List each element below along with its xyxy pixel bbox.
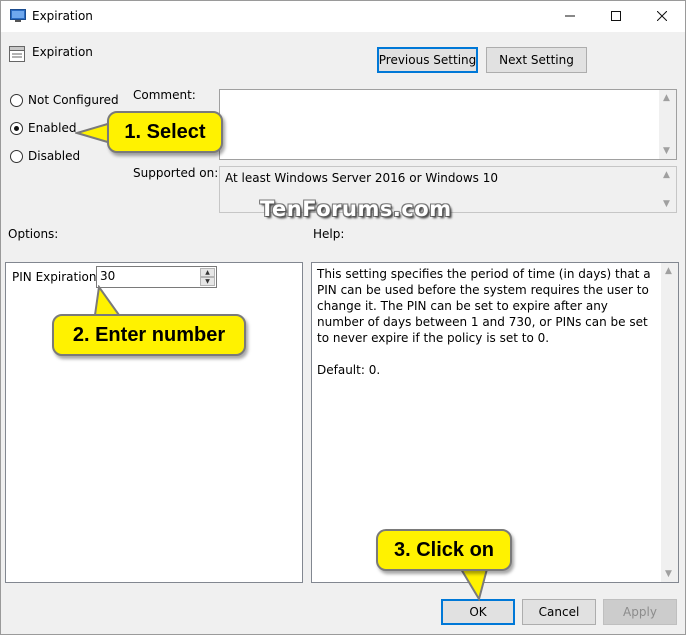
radio-circle[interactable] [10, 149, 23, 163]
title-bar: Expiration [1, 1, 685, 32]
radio-label: Not Configured [28, 93, 119, 107]
minimize-icon [565, 15, 575, 17]
help-label: Help: [313, 227, 345, 241]
minimize-button[interactable] [547, 1, 593, 32]
scroll-up-icon[interactable]: ▲ [663, 93, 670, 103]
help-scrollbar[interactable]: ▲ ▼ [661, 263, 678, 582]
comment-scrollbar[interactable]: ▲ ▼ [659, 90, 676, 159]
spinner-buttons: ▲ ▼ [200, 268, 215, 286]
pin-expiration-label: PIN Expiration [12, 270, 97, 284]
radio-enabled[interactable]: Enabled [10, 120, 77, 136]
cancel-button[interactable]: Cancel [522, 599, 596, 625]
radio-not-configured[interactable]: Not Configured [10, 92, 119, 108]
comment-textbox[interactable]: ▲ ▼ [219, 89, 677, 160]
callout-pointer [459, 568, 489, 601]
comment-label: Comment: [133, 88, 196, 102]
supported-on-value: At least Windows Server 2016 or Windows … [225, 171, 498, 185]
radio-circle[interactable] [10, 121, 23, 135]
radio-label: Disabled [28, 149, 81, 163]
options-panel [5, 262, 303, 583]
ok-button[interactable]: OK [441, 599, 515, 625]
scroll-up-icon[interactable]: ▲ [663, 170, 670, 180]
next-setting-button[interactable]: Next Setting [486, 47, 587, 73]
spin-up-icon[interactable]: ▲ [200, 268, 215, 277]
options-label: Options: [8, 227, 59, 241]
pin-expiration-value[interactable]: 30 [100, 269, 115, 283]
scroll-down-icon[interactable]: ▼ [663, 199, 670, 209]
callout-click-text: 3. Click on [376, 529, 512, 571]
watermark: TenForums.com [260, 197, 452, 221]
close-button[interactable] [639, 1, 685, 32]
radio-label: Enabled [28, 121, 77, 135]
previous-setting-button[interactable]: Previous Setting [377, 47, 478, 73]
callout-enter-text: 2. Enter number [52, 314, 246, 356]
scroll-down-icon[interactable]: ▼ [663, 146, 670, 156]
group-policy-icon [10, 9, 26, 22]
radio-disabled[interactable]: Disabled [10, 148, 80, 164]
maximize-icon [611, 11, 621, 21]
scroll-down-icon[interactable]: ▼ [665, 569, 672, 579]
supported-scrollbar[interactable]: ▲ ▼ [659, 167, 676, 212]
scroll-up-icon[interactable]: ▲ [665, 266, 672, 276]
maximize-button[interactable] [593, 1, 639, 32]
supported-on-label: Supported on: [133, 166, 219, 180]
close-icon [656, 10, 668, 22]
apply-button: Apply [603, 599, 677, 625]
setting-title: Expiration [32, 45, 93, 59]
spin-down-icon[interactable]: ▼ [200, 277, 215, 286]
radio-circle[interactable] [10, 93, 23, 107]
callout-select-text: 1. Select [107, 111, 223, 153]
policy-setting-icon [9, 46, 25, 62]
window-title: Expiration [32, 9, 93, 23]
policy-dialog: Expiration Expiration Previous Setting N… [0, 0, 686, 635]
help-text: This setting specifies the period of tim… [317, 267, 651, 377]
